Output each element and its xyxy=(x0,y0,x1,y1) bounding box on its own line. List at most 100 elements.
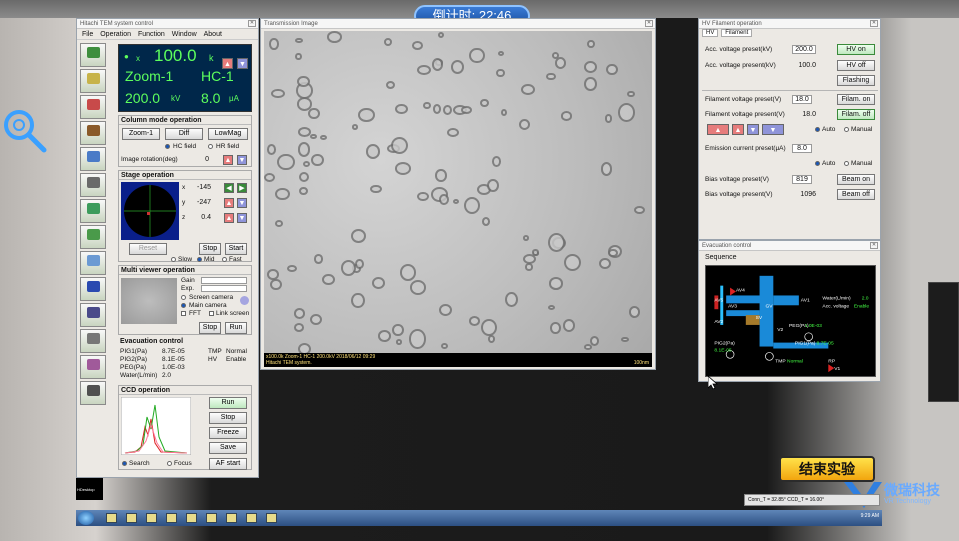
tool-button[interactable] xyxy=(80,147,106,171)
radio-focus[interactable] xyxy=(167,461,172,466)
stage-start-button[interactable]: Start xyxy=(225,243,247,255)
taskbar-app-icon[interactable] xyxy=(166,513,177,523)
mag-down-button[interactable]: ▼ xyxy=(237,58,248,69)
ccd-freeze-button[interactable]: Freeze xyxy=(209,427,247,439)
particle xyxy=(277,153,295,171)
y-down-button[interactable]: ▼ xyxy=(237,198,247,208)
tool-button[interactable] xyxy=(80,199,106,223)
beam-off-button[interactable]: Beam off xyxy=(837,189,875,200)
af-start-button[interactable]: AF start xyxy=(209,458,247,470)
close-icon[interactable]: ✕ xyxy=(248,20,256,27)
ccd-save-button[interactable]: Save xyxy=(209,442,247,454)
tool-button[interactable] xyxy=(80,43,106,67)
close-icon[interactable]: ✕ xyxy=(870,20,878,27)
close-icon[interactable]: ✕ xyxy=(645,20,653,27)
mag-up-button[interactable]: ▲ xyxy=(222,58,233,69)
menu-file[interactable]: File xyxy=(82,29,93,40)
radio-slow[interactable] xyxy=(171,257,176,262)
fil-preset-input[interactable]: 18.0 xyxy=(792,95,812,104)
camera-settings-icon[interactable] xyxy=(240,296,249,305)
tab-hv[interactable]: HV xyxy=(702,29,719,37)
filam-on-button[interactable]: Filam. on xyxy=(837,94,875,105)
tool-button[interactable] xyxy=(80,381,106,405)
taskbar-app-icon[interactable] xyxy=(186,513,197,523)
tool-button[interactable] xyxy=(80,277,106,301)
taskbar-app-icon[interactable] xyxy=(146,513,157,523)
radio-screen-camera[interactable] xyxy=(181,295,186,300)
fil-fast-down-button[interactable]: ▼ xyxy=(762,124,784,135)
acc-preset-input[interactable]: 200.0 xyxy=(792,45,816,54)
taskbar-app-icon[interactable] xyxy=(266,513,277,523)
end-experiment-button[interactable]: 结束实验 xyxy=(779,456,875,482)
radio-fast[interactable] xyxy=(222,257,227,262)
start-button[interactable] xyxy=(78,511,94,525)
screen-camera-label: Screen camera xyxy=(189,294,234,301)
flashing-button[interactable]: Flashing xyxy=(837,75,875,86)
z-down-button[interactable]: ▼ xyxy=(237,213,247,223)
tool-button[interactable] xyxy=(80,329,106,353)
taskbar-app-icon[interactable] xyxy=(226,513,237,523)
hv-on-button[interactable]: HV on xyxy=(837,44,875,55)
radio-fil-manual[interactable] xyxy=(844,127,849,132)
diff-button[interactable]: Diff xyxy=(165,128,203,140)
y-up-button[interactable]: ▲ xyxy=(224,198,234,208)
radio-em-auto[interactable] xyxy=(815,161,820,166)
radio-search[interactable] xyxy=(122,461,127,466)
hv-off-button[interactable]: HV off xyxy=(837,60,875,71)
taskbar-app-icon[interactable] xyxy=(246,513,257,523)
reset-button[interactable]: Reset xyxy=(129,243,167,255)
lowmag-button[interactable]: LowMag xyxy=(208,128,248,140)
radio-mid[interactable] xyxy=(197,257,202,262)
tool-button[interactable] xyxy=(80,355,106,379)
close-icon[interactable]: ✕ xyxy=(870,242,878,249)
radio-em-manual[interactable] xyxy=(844,161,849,166)
tool-button[interactable] xyxy=(80,251,106,275)
zoom1-button[interactable]: Zoom-1 xyxy=(122,128,160,140)
gain-slider[interactable] xyxy=(201,277,247,284)
radio-hc[interactable] xyxy=(165,144,170,149)
stage-stop-button[interactable]: Stop xyxy=(199,243,221,255)
taskbar-app-icon[interactable] xyxy=(126,513,137,523)
menu-function[interactable]: Function xyxy=(138,29,165,40)
tool-button[interactable] xyxy=(80,95,106,119)
bias-present-value: 1096 xyxy=(800,191,816,198)
z-up-button[interactable]: ▲ xyxy=(224,213,234,223)
beam-on-button[interactable]: Beam on xyxy=(837,174,875,185)
tem-image[interactable] xyxy=(264,31,652,353)
ccd-stop-button[interactable]: Stop xyxy=(209,412,247,424)
stage-map[interactable] xyxy=(121,182,179,240)
emission-input[interactable]: 8.0 xyxy=(792,144,812,153)
tool-button[interactable] xyxy=(80,173,106,197)
link-screen-checkbox[interactable] xyxy=(209,311,214,316)
av5-label: AV5 xyxy=(714,297,723,303)
x-left-button[interactable]: ◀ xyxy=(224,183,234,193)
viewer-stop-button[interactable]: Stop xyxy=(199,322,221,334)
fft-checkbox[interactable] xyxy=(181,311,186,316)
menu-about[interactable]: About xyxy=(204,29,222,40)
focus-icon xyxy=(87,203,100,214)
exp-slider[interactable] xyxy=(201,285,247,292)
tool-button[interactable] xyxy=(80,225,106,249)
radio-hr[interactable] xyxy=(208,144,213,149)
rotation-down-button[interactable]: ▼ xyxy=(237,155,247,165)
x-right-button[interactable]: ▶ xyxy=(237,183,247,193)
menu-window[interactable]: Window xyxy=(172,29,197,40)
fil-up-button[interactable]: ▲ xyxy=(732,124,744,135)
tool-button[interactable] xyxy=(80,69,106,93)
fil-fast-up-button[interactable]: ▲ xyxy=(707,124,729,135)
tool-button[interactable] xyxy=(80,121,106,145)
filam-off-button[interactable]: Filam. off xyxy=(837,109,875,120)
bias-preset-input[interactable]: 819 xyxy=(792,175,812,184)
taskbar-app-icon[interactable] xyxy=(206,513,217,523)
tool-button[interactable] xyxy=(80,303,106,327)
ccd-run-button[interactable]: Run xyxy=(209,397,247,409)
taskbar-app-icon[interactable] xyxy=(106,513,117,523)
fil-down-button[interactable]: ▼ xyxy=(747,124,759,135)
viewer-run-button[interactable]: Run xyxy=(225,322,247,334)
radio-fil-auto[interactable] xyxy=(815,127,820,132)
radio-main-camera[interactable] xyxy=(181,303,186,308)
rotation-up-button[interactable]: ▲ xyxy=(223,155,233,165)
menu-operation[interactable]: Operation xyxy=(100,29,131,40)
magnifier-icon[interactable] xyxy=(2,108,48,154)
tab-filament[interactable]: Filament xyxy=(721,29,753,37)
